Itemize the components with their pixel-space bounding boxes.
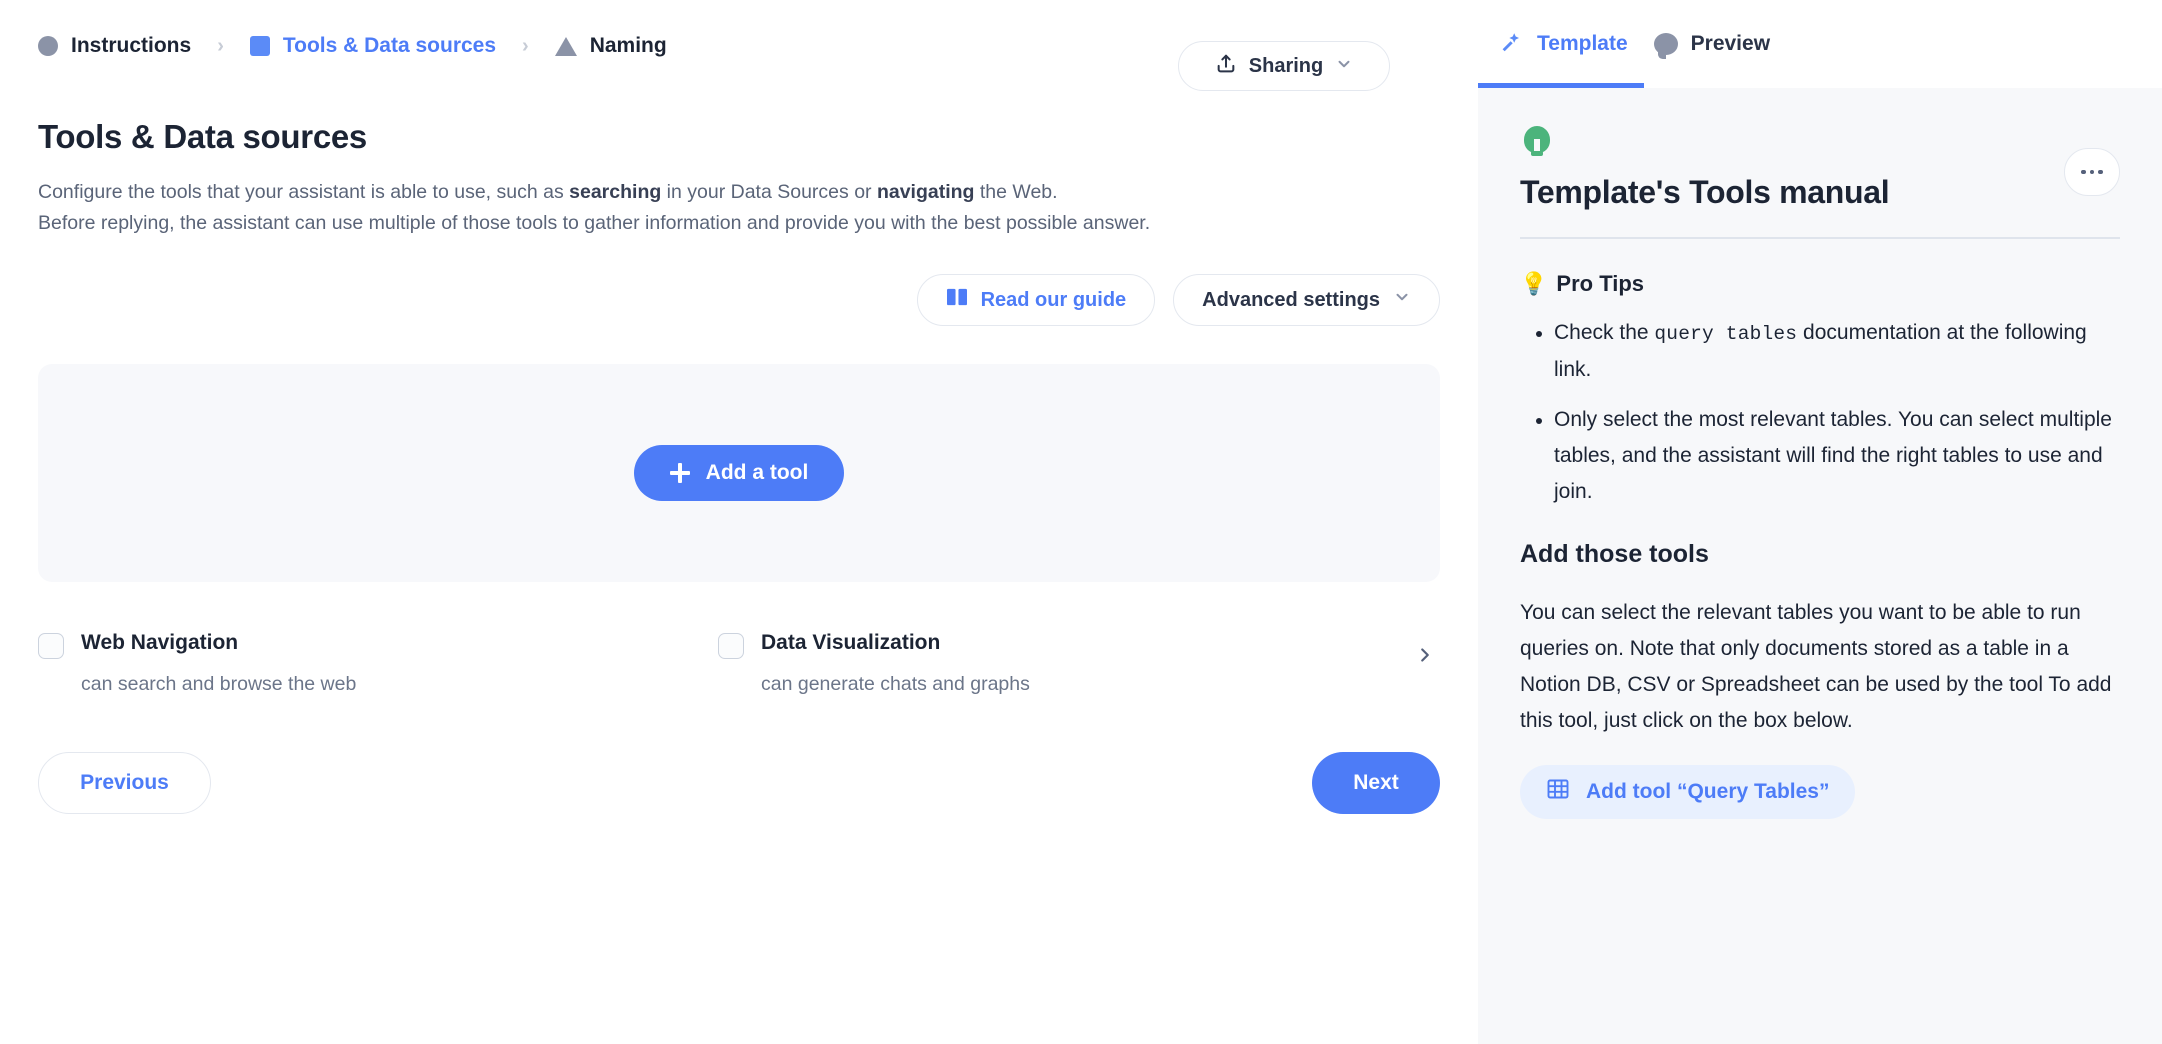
read-our-guide-button[interactable]: Read our guide [916,274,1156,326]
capability-text: Web Navigation can search and browse the… [81,630,356,696]
side-panel-tabs: Template Preview [1478,0,2162,88]
add-tool-query-tables-label: Add tool “Query Tables” [1586,779,1830,803]
pro-tips-heading: 💡 Pro Tips [1520,271,2120,297]
tab-preview[interactable]: Preview [1653,0,1796,88]
divider [1520,237,2120,239]
add-tool-query-tables-button[interactable]: Add tool “Query Tables” [1520,764,1856,819]
table-icon [1546,777,1570,807]
side-panel: Template Preview Template's Tools manual [1478,0,2162,1044]
list-item: Only select the most relevant tables. Yo… [1554,402,2120,510]
add-a-tool-label: Add a tool [705,461,809,484]
ellipsis-icon [2089,169,2095,175]
chevron-down-icon [1335,55,1353,78]
tip-text: Only select the most relevant tables. Yo… [1554,407,2112,503]
next-button[interactable]: Next [1312,752,1440,814]
breadcrumb-label: Tools & Data sources [282,34,497,57]
sharing-label: Sharing [1248,54,1324,77]
pro-tips-label: Pro Tips [1556,270,1645,296]
add-those-tools-heading: Add those tools [1520,539,1709,568]
add-a-tool-button[interactable]: Add a tool [633,445,845,501]
advanced-settings-label: Advanced settings [1202,288,1380,311]
desc-bold-searching: searching [569,181,662,203]
tip-code: query tables [1654,322,1798,345]
tab-template-label: Template [1537,32,1628,55]
side-panel-body: Template's Tools manual 💡 Pro Tips Check… [1478,88,2162,1044]
square-icon [249,36,270,56]
read-our-guide-label: Read our guide [980,288,1127,311]
breadcrumb-item-naming[interactable]: Naming [554,34,667,58]
sharing-button[interactable]: Sharing [1178,41,1390,91]
breadcrumb-separator: › [522,35,529,57]
breadcrumb-item-tools-data-sources[interactable]: Tools & Data sources [249,34,497,58]
magic-wand-icon [1500,30,1524,59]
book-icon [946,287,968,313]
chevron-right-icon[interactable] [1414,644,1436,671]
pro-tips-list: Check the query tables documentation at … [1520,315,2120,510]
lightbulb-emoji-icon: 💡 [1520,270,1548,296]
circle-icon [38,36,58,56]
capabilities-row: Web Navigation can search and browse the… [38,630,1440,696]
add-those-tools-paragraph: You can select the relevant tables you w… [1520,600,2112,732]
capability-text: Data Visualization can generate chats an… [761,630,1030,696]
checkbox-web-navigation[interactable] [38,633,64,659]
side-panel-title: Template's Tools manual [1520,174,1890,210]
page-description: Configure the tools that your assistant … [38,177,1440,239]
breadcrumb-separator: › [217,35,224,57]
wizard-navigation: Previous Next [38,752,1440,814]
list-item: Check the query tables documentation at … [1554,315,2120,388]
page-title: Tools & Data sources [38,118,367,155]
lightbulb-icon [1520,126,1554,160]
tip-text: Check the [1554,320,1655,344]
more-options-button[interactable] [2064,148,2120,196]
desc-text: Configure the tools that your assistant … [38,181,570,203]
main-content: Instructions › Tools & Data sources › Na… [0,0,1478,1044]
secondary-button-row: Read our guide Advanced settings [38,274,1440,326]
breadcrumb-item-instructions[interactable]: Instructions [38,34,191,58]
ellipsis-icon [2098,169,2103,175]
capability-web-navigation[interactable]: Web Navigation can search and browse the… [38,630,718,696]
chat-bubble-icon [1653,33,1678,59]
tab-template[interactable]: Template [1478,0,1654,88]
breadcrumb-label: Instructions [71,34,192,57]
advanced-settings-button[interactable]: Advanced settings [1173,274,1440,326]
app-root: Instructions › Tools & Data sources › Na… [0,0,2162,1044]
ellipsis-icon [2081,169,2086,175]
previous-button[interactable]: Previous [38,752,211,814]
side-panel-title-block: Template's Tools manual [1520,126,1890,211]
capability-data-visualization[interactable]: Data Visualization can generate chats an… [718,630,1398,696]
triangle-icon [554,36,577,56]
side-panel-header: Template's Tools manual [1520,126,2120,211]
desc-text: in your Data Sources or [661,181,877,203]
capability-name: Web Navigation [81,631,239,654]
page-description-line-2: Before replying, the assistant can use m… [38,212,1151,234]
checkbox-data-visualization[interactable] [718,633,744,659]
capability-name: Data Visualization [761,631,941,654]
desc-bold-navigating: navigating [876,181,975,203]
capability-description: can generate chats and graphs [761,673,1030,695]
desc-text: the Web. [974,181,1058,203]
add-tool-panel: Add a tool [38,364,1440,582]
capability-description: can search and browse the web [81,673,357,695]
breadcrumb-label: Naming [589,34,667,57]
page-description-line-1: Configure the tools that your assistant … [38,177,1440,208]
tab-preview-label: Preview [1690,32,1771,55]
plus-icon [669,463,690,483]
share-upload-icon [1215,53,1237,80]
chevron-down-icon [1393,288,1411,312]
